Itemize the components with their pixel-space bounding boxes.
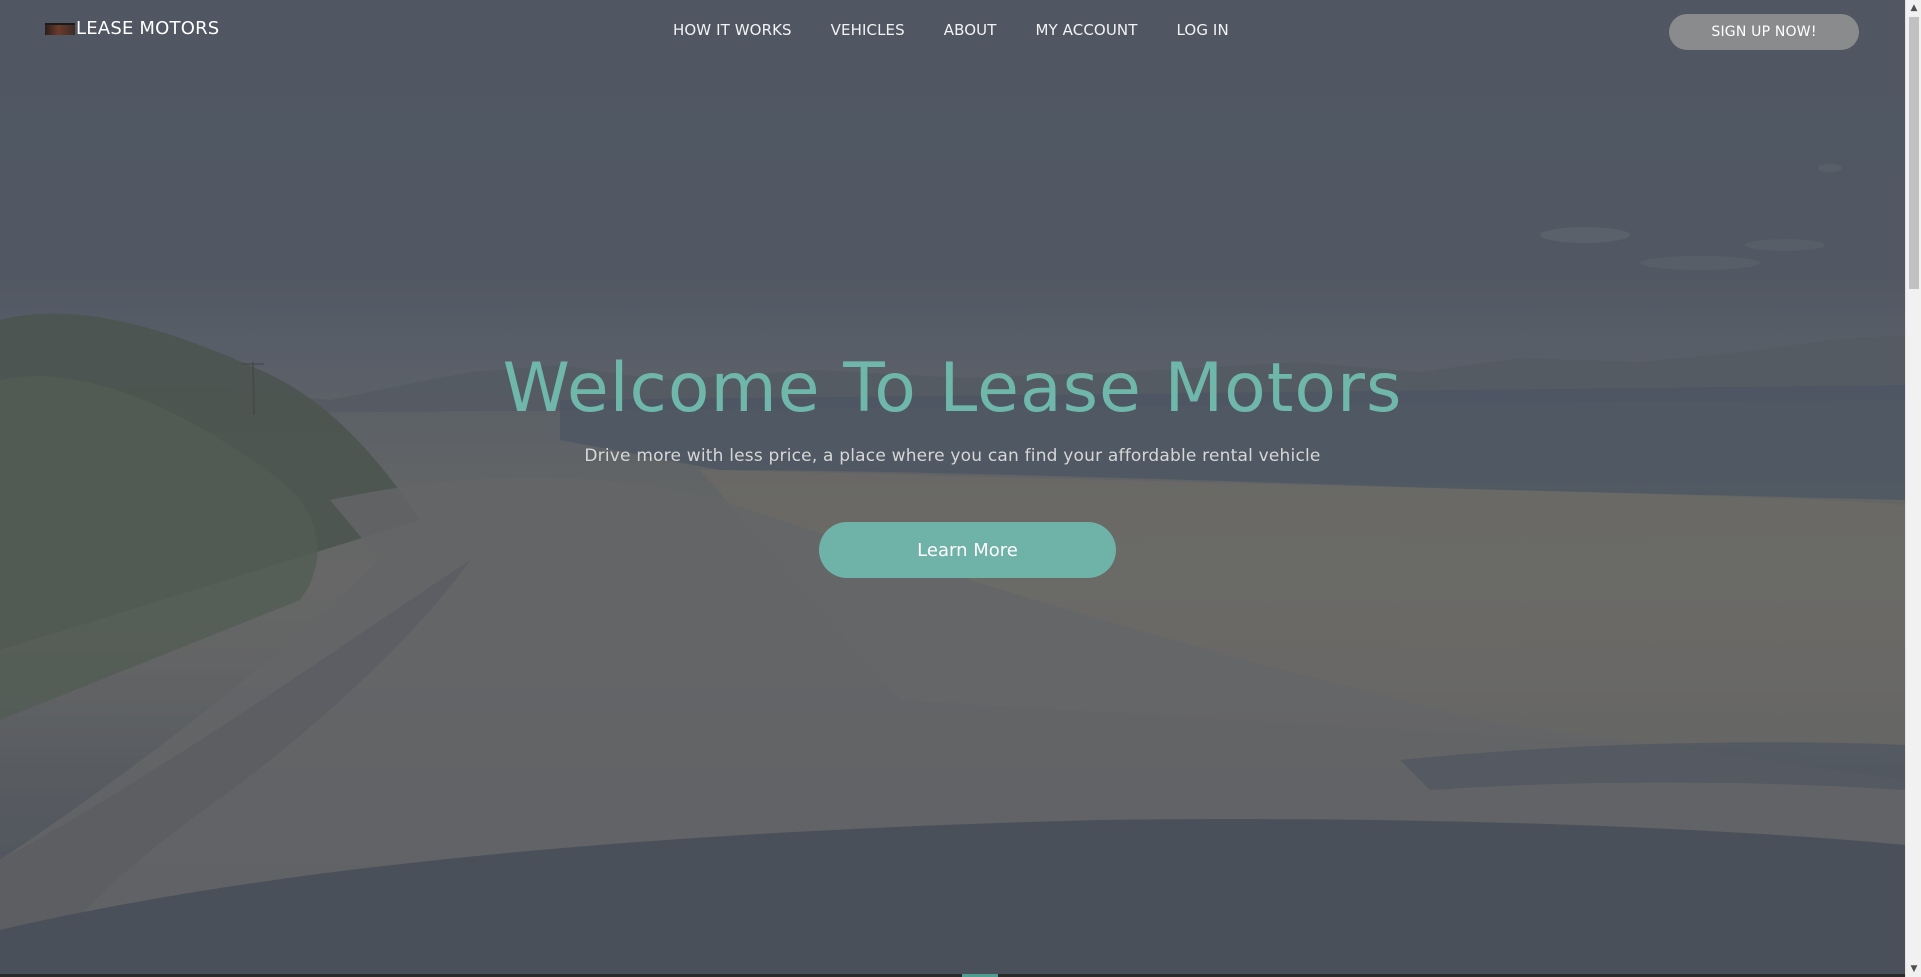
scroll-down-arrow-icon[interactable]: ▼: [1906, 961, 1921, 977]
nav-link-about[interactable]: ABOUT: [944, 21, 997, 39]
main-menu: HOW IT WORKS VEHICLES ABOUT MY ACCOUNT L…: [673, 21, 1268, 39]
vertical-scrollbar[interactable]: ▲ ▼: [1905, 0, 1921, 977]
hero-title: Welcome To Lease Motors: [502, 349, 1403, 428]
nav-link-how-it-works[interactable]: HOW IT WORKS: [673, 21, 792, 39]
hero-section: Welcome To Lease Motors Drive more with …: [0, 349, 1905, 467]
sign-up-button[interactable]: SIGN UP NOW!: [1669, 14, 1859, 50]
learn-more-button[interactable]: Learn More: [819, 522, 1116, 578]
scrollbar-thumb[interactable]: [1909, 17, 1919, 289]
page-viewport: LEASE MOTORS HOW IT WORKS VEHICLES ABOUT…: [0, 0, 1905, 974]
nav-link-log-in[interactable]: LOG IN: [1177, 21, 1229, 39]
hero-dark-overlay: [0, 0, 1905, 974]
scroll-up-arrow-icon[interactable]: ▲: [1906, 0, 1921, 16]
hero-subtitle: Drive more with less price, a place wher…: [584, 446, 1321, 466]
brand-link[interactable]: LEASE MOTORS: [45, 18, 219, 39]
nav-link-vehicles[interactable]: VEHICLES: [831, 21, 905, 39]
top-navigation: LEASE MOTORS HOW IT WORKS VEHICLES ABOUT…: [0, 0, 1905, 62]
brand-name: LEASE MOTORS: [76, 18, 220, 39]
nav-link-my-account[interactable]: MY ACCOUNT: [1036, 21, 1138, 39]
car-logo-image: [45, 22, 75, 35]
